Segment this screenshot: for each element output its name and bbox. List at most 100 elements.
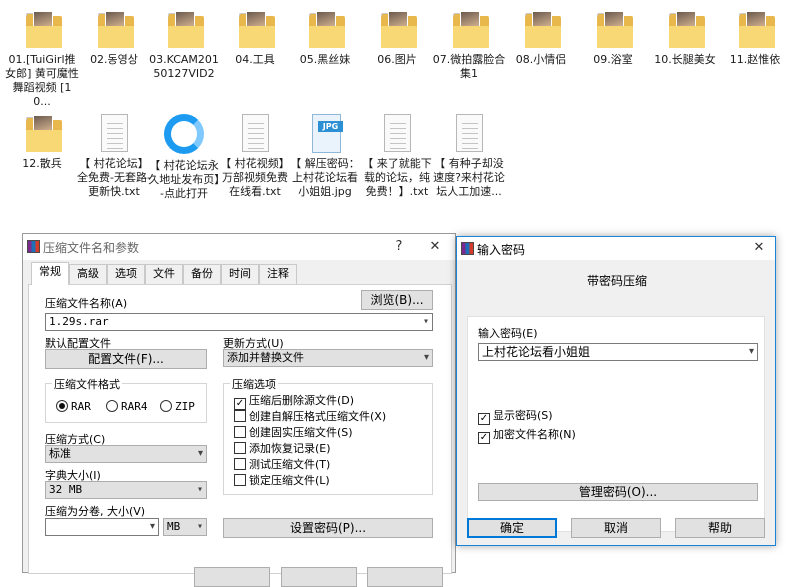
checkbox-icon [234,410,246,422]
folder-icon [92,8,136,52]
compression-option-checkbox[interactable]: 创建固实压缩文件(S) [234,426,353,439]
tab-advanced[interactable]: 高级 [69,264,107,284]
password-input[interactable]: 上村花论坛看小姐姐 ▾ [478,343,758,361]
update-mode-value: 添加并替换文件 [227,351,304,364]
file-name-label: 06.图片 [377,53,417,66]
desktop-file-item[interactable]: 【 村花论坛】全免费-无套路-更新快.txt [76,112,152,199]
desktop-file-item[interactable]: 【 有种子却没速度?来村花论坛人工加速... [431,112,507,199]
bottom-button-2[interactable] [281,567,357,587]
bottom-button-3[interactable] [367,567,443,587]
desktop-file-item[interactable]: 06.图片 [359,8,435,67]
chevron-down-icon: ▾ [196,521,203,532]
help-icon[interactable]: ? [389,238,409,256]
split-size-input[interactable]: ▾ [45,518,159,536]
password-dialog-titlebar[interactable]: 输入密码 ✕ [457,237,775,260]
desktop-file-item[interactable]: 03.KCAM20150127VID2 [146,8,222,81]
file-name-label: 【 来了就能下载的论坛，纯免费！】.txt [362,157,432,198]
update-mode-select[interactable]: 添加并替换文件 ▾ [223,349,433,367]
file-name-label: 【 村花论坛】全免费-无套路-更新快.txt [77,157,151,198]
file-name-label: 02.동영상 [90,53,138,66]
desktop-file-item[interactable]: 【 来了就能下载的论坛，纯免费！】.txt [359,112,435,199]
compression-option-label: 创建固实压缩文件(S) [249,426,353,439]
ok-button[interactable]: 确定 [467,518,557,538]
password-dialog: 输入密码 ✕ 带密码压缩 输入密码(E) 上村花论坛看小姐姐 ▾ ✓ 显示密码(S… [456,236,776,546]
text-file-icon [375,112,419,156]
browse-button[interactable]: 浏览(B)... [361,290,433,310]
archive-dialog-titlebar[interactable]: 压缩文件名和参数 ? ✕ [23,234,455,260]
bottom-button-1[interactable] [194,567,270,587]
desktop-file-item[interactable]: 07.微拍露脸合集1 [431,8,507,81]
format-group-title: 压缩文件格式 [52,376,122,392]
desktop-file-item[interactable]: JPG 【 解压密码：上村花论坛看小姐姐.jpg [287,112,363,199]
checkbox-icon [234,474,246,486]
browser-shortcut-icon [162,114,206,158]
file-name-label: 01.[TuiGirl推女郎] 黄可魔性舞蹈视频 [10... [5,53,79,108]
compression-option-checkbox[interactable]: 锁定压缩文件(L) [234,474,330,487]
method-select[interactable]: 标准 ▾ [45,445,207,463]
split-unit-value: MB [167,520,181,533]
close-icon[interactable]: ✕ [425,238,445,256]
folder-icon [663,8,707,52]
desktop-file-item[interactable]: 04.工具 [217,8,293,67]
desktop-file-item[interactable]: 05.黑丝妹 [287,8,363,67]
password-label: 输入密码(E) [478,327,538,340]
compression-option-checkbox[interactable]: 测试压缩文件(T) [234,458,330,471]
desktop-file-item[interactable]: 08.小情侣 [503,8,579,67]
tab-time[interactable]: 时间 [221,264,259,284]
show-password-label: 显示密码(S) [493,409,553,422]
password-dialog-title: 输入密码 [477,243,526,257]
archive-name-input[interactable]: 1.29s.rar ▾ [45,313,433,331]
compression-option-label: 创建自解压格式压缩文件(X) [249,410,387,423]
config-button[interactable]: 配置文件(F)... [45,349,207,369]
compression-option-checkbox[interactable]: 添加恢复记录(E) [234,442,331,455]
help-button[interactable]: 帮助 [675,518,765,538]
set-password-button[interactable]: 设置密码(P)... [223,518,433,538]
desktop-file-item[interactable]: 10.长腿美女 [647,8,723,67]
compression-option-label: 压缩后删除源文件(D) [249,394,355,407]
desktop-file-item[interactable]: 12.散兵 [4,112,80,171]
encrypt-filenames-checkbox[interactable]: ✓ 加密文件名称(N) [478,428,576,444]
format-zip-label: ZIP [175,400,195,413]
checkbox-checked-icon: ✓ [478,413,490,425]
file-name-label: 04.工具 [235,53,275,66]
tab-general[interactable]: 常规 [31,262,69,285]
compression-option-checkbox[interactable]: ✓ 压缩后删除源文件(D) [234,394,354,410]
archive-options-dialog: 压缩文件名和参数 ? ✕ 常规 高级 选项 文件 备份 时间 注释 压缩文件名称… [22,233,456,587]
compression-option-checkbox[interactable]: 创建自解压格式压缩文件(X) [234,410,386,423]
chevron-down-icon: ▾ [422,316,429,327]
method-value: 标准 [49,447,71,460]
file-name-label: 【 有种子却没速度?来村花论坛人工加速... [433,157,505,198]
text-file-icon [92,112,136,156]
desktop-file-item[interactable]: 01.[TuiGirl推女郎] 黄可魔性舞蹈视频 [10... [4,8,80,109]
folder-icon [162,8,206,52]
format-rar4-radio[interactable]: RAR4 [106,400,148,413]
tab-options[interactable]: 选项 [107,264,145,284]
text-file-icon [447,112,491,156]
tab-comment[interactable]: 注释 [259,264,297,284]
tab-backup[interactable]: 备份 [183,264,221,284]
desktop-file-item[interactable]: 09.浴室 [575,8,651,67]
cancel-button[interactable]: 取消 [571,518,661,538]
tab-files[interactable]: 文件 [145,264,183,284]
folder-icon [519,8,563,52]
split-unit-select[interactable]: MB ▾ [163,518,207,536]
close-icon[interactable]: ✕ [749,239,769,257]
file-name-label: 10.长腿美女 [654,53,716,66]
compression-option-label: 测试压缩文件(T) [249,458,331,471]
show-password-checkbox[interactable]: ✓ 显示密码(S) [478,409,553,425]
format-rar-radio[interactable]: RAR [56,400,91,413]
desktop-file-item[interactable]: 11.赵惟依 [717,8,793,67]
chevron-down-icon: ▾ [197,448,203,459]
folder-icon [375,8,419,52]
dict-size-select[interactable]: 32 MB ▾ [45,481,207,499]
compression-option-label: 添加恢复记录(E) [249,442,331,455]
archive-dialog-title: 压缩文件名和参数 [43,241,140,255]
checkbox-checked-icon: ✓ [234,398,246,410]
file-name-label: 08.小情侣 [515,53,567,66]
desktop-file-item[interactable]: 02.동영상 [76,8,152,67]
file-name-label: 05.黑丝妹 [299,53,351,66]
desktop-file-item[interactable]: 【 村花论坛永久地址发布页】-点此打开 [146,112,222,201]
manage-passwords-button[interactable]: 管理密码(O)... [478,483,758,501]
format-zip-radio[interactable]: ZIP [160,400,195,413]
desktop-file-item[interactable]: 【 村花视频】万部视频免费在线看.txt [217,112,293,199]
